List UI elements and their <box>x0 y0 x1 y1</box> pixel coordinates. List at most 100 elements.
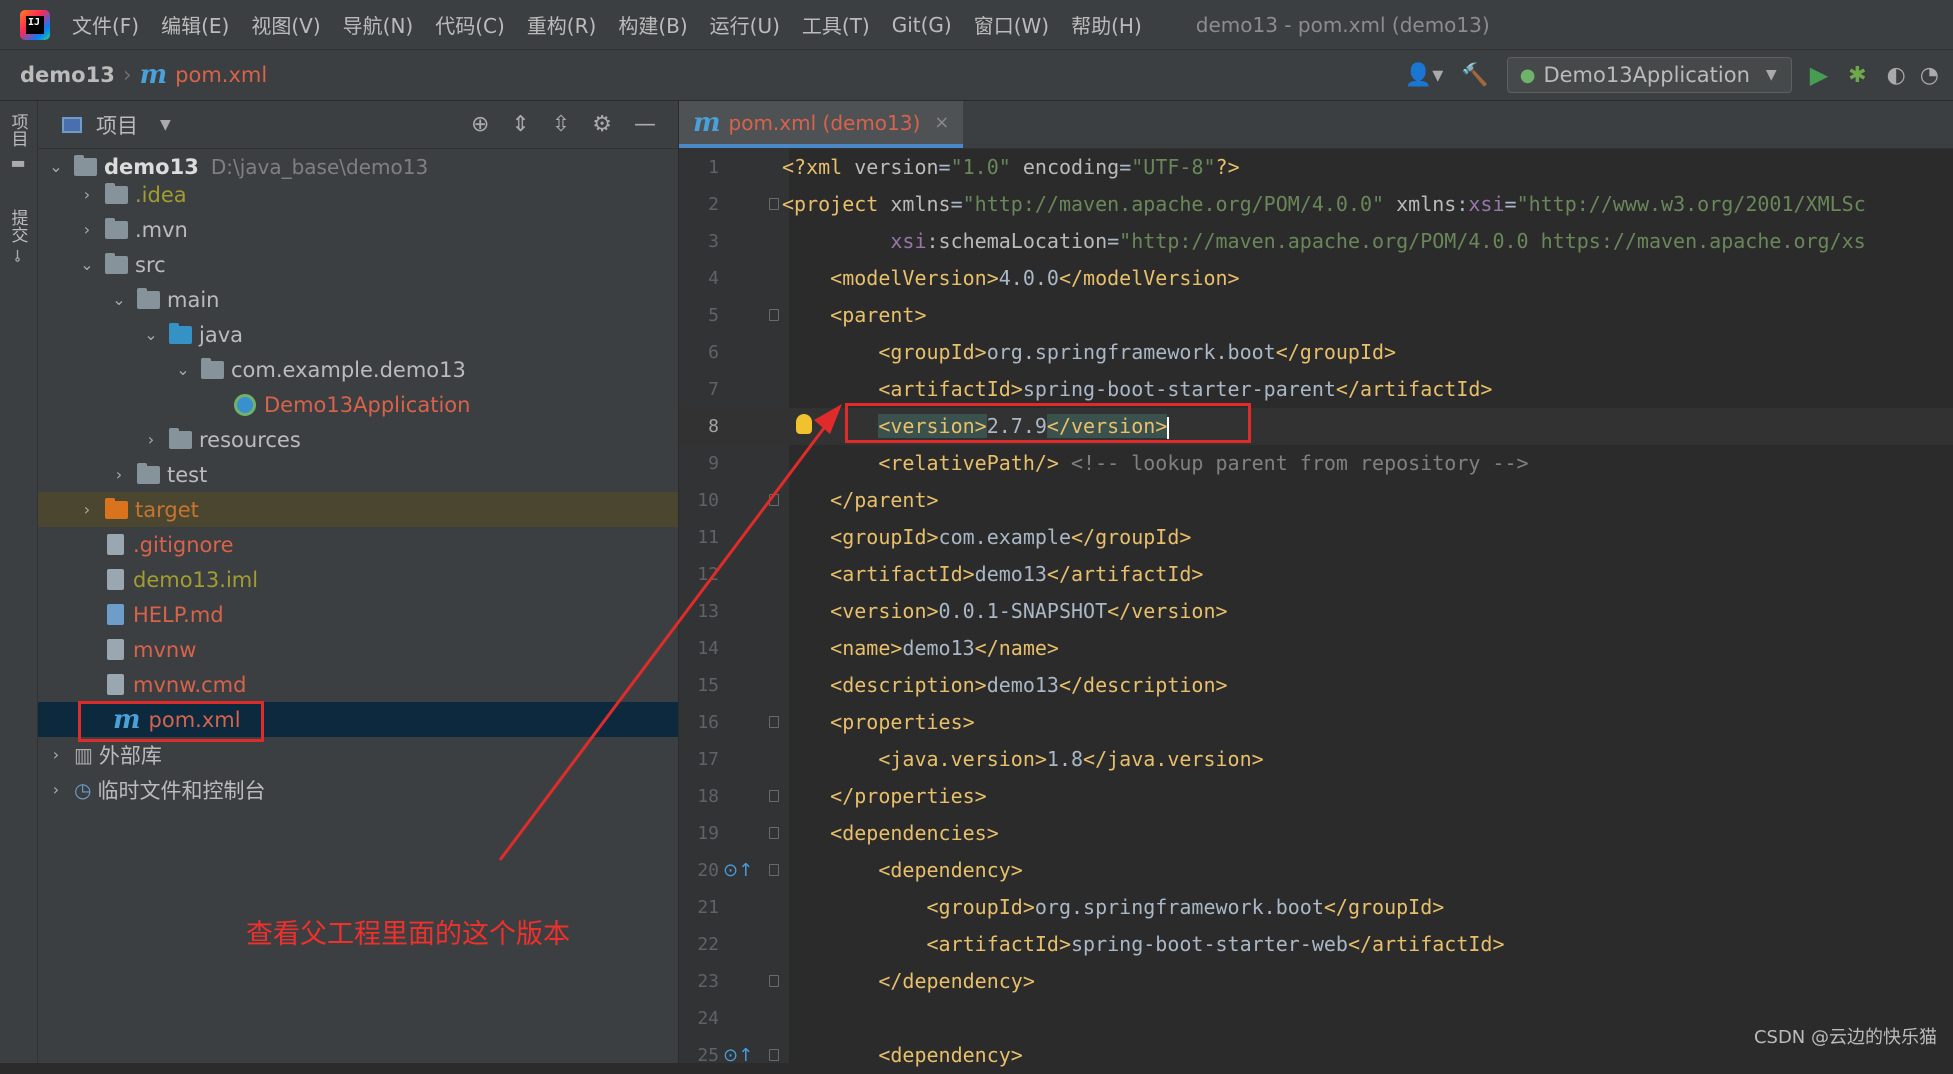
gear-icon[interactable]: ⚙ <box>592 112 612 137</box>
line-number: 25 <box>697 1045 719 1066</box>
tree-item-idea[interactable]: › .idea <box>38 177 678 212</box>
debug-bug-icon[interactable]: ✱ <box>1848 63 1866 88</box>
tree-item-package[interactable]: ⌄ com.example.demo13 <box>38 352 678 387</box>
line-number: 10 <box>697 490 719 511</box>
menu-window[interactable]: 窗口(W) <box>974 10 1049 39</box>
run-icon[interactable]: ▶ <box>1810 61 1828 89</box>
tree-item-help-md[interactable]: HELP.md <box>38 597 678 632</box>
chevron-down-icon[interactable]: ⌄ <box>141 325 161 344</box>
menu-tools[interactable]: 工具(T) <box>802 10 870 39</box>
code-line: 22 <artifactId>spring-boot-starter-web</… <box>679 926 1953 963</box>
code-area[interactable]: 1 <?xml version="1.0" encoding="UTF-8"?>… <box>679 149 1953 1067</box>
chevron-down-icon[interactable]: ⌄ <box>46 157 66 176</box>
code-line: 17 <java.version>1.8</java.version> <box>679 741 1953 778</box>
line-number: 1 <box>708 157 719 178</box>
fold-marker-icon[interactable] <box>769 864 779 876</box>
expand-all-icon[interactable]: ⇕ <box>511 112 529 137</box>
navigate-override-icon[interactable]: ⊙↑ <box>723 852 753 889</box>
tree-item-iml[interactable]: demo13.iml <box>38 562 678 597</box>
tree-item-label: mvnw <box>133 637 197 662</box>
tree-item-resources[interactable]: › resources <box>38 422 678 457</box>
fold-marker-icon[interactable] <box>769 827 779 839</box>
chevron-right-icon[interactable]: › <box>46 780 66 799</box>
code-line: 2 <project xmlns="http://maven.apache.or… <box>679 186 1953 223</box>
tree-item-mvnw[interactable]: mvnw <box>38 632 678 667</box>
main-toolbar: 👤▾ 🔨 ● Demo13Application ▼ ▶ ✱ ◐ ◔ <box>1405 50 1953 100</box>
chevron-right-icon[interactable]: › <box>109 465 129 484</box>
source-folder-icon <box>169 322 192 344</box>
breadcrumb-project[interactable]: demo13 <box>20 63 115 87</box>
fold-marker-icon[interactable] <box>769 790 779 802</box>
scratches-icon: ◷ <box>74 777 92 802</box>
line-number: 13 <box>697 601 719 622</box>
fold-marker-icon[interactable] <box>769 975 779 987</box>
collapse-all-icon[interactable]: ⇳ <box>552 112 570 137</box>
project-panel-title[interactable]: 项目 <box>96 110 138 140</box>
tree-item-test[interactable]: › test <box>38 457 678 492</box>
line-number: 8 <box>708 416 719 437</box>
project-tool-tab[interactable]: 项目 ▬ <box>4 113 32 172</box>
chevron-down-icon[interactable]: ▼ <box>160 117 171 133</box>
tree-item-mvn[interactable]: › .mvn <box>38 212 678 247</box>
editor-tab-pom-xml[interactable]: m pom.xml (demo13) × <box>679 101 964 148</box>
fold-marker-icon[interactable] <box>769 716 779 728</box>
tree-item-label: demo13 <box>104 154 199 179</box>
tree-item-src[interactable]: ⌄ src <box>38 247 678 282</box>
menu-run[interactable]: 运行(U) <box>710 10 780 39</box>
tree-item-label: target <box>135 497 199 522</box>
menu-navigate[interactable]: 导航(N) <box>343 10 414 39</box>
editor-tab-bar: m pom.xml (demo13) × <box>679 101 1953 149</box>
tree-item-demo13application[interactable]: Demo13Application <box>38 387 678 422</box>
chevron-right-icon[interactable]: › <box>77 185 97 204</box>
navigate-override-icon[interactable]: ⊙↑ <box>723 1037 753 1074</box>
chevron-right-icon[interactable]: › <box>77 500 97 519</box>
menu-build[interactable]: 构建(B) <box>618 10 687 39</box>
breadcrumb-separator-icon: › <box>122 62 132 88</box>
coverage-icon[interactable]: ◐ <box>1887 63 1906 88</box>
locate-crosshair-icon[interactable]: ⊕ <box>471 112 489 137</box>
commit-tool-tab[interactable]: 提交 ⊸ <box>4 209 32 262</box>
chevron-down-icon[interactable]: ⌄ <box>173 360 193 379</box>
fold-marker-icon[interactable] <box>769 494 779 506</box>
folder-icon <box>137 462 160 484</box>
tree-item-scratches[interactable]: › ◷ 临时文件和控制台 <box>38 772 678 807</box>
markdown-file-icon <box>107 604 124 625</box>
tree-item-label: HELP.md <box>133 602 224 627</box>
chevron-right-icon[interactable]: › <box>141 430 161 449</box>
chevron-down-icon[interactable]: ⌄ <box>77 255 97 274</box>
chevron-right-icon[interactable]: › <box>46 745 66 764</box>
menu-view[interactable]: 视图(V) <box>251 10 320 39</box>
tree-item-main[interactable]: ⌄ main <box>38 282 678 317</box>
tree-item-target[interactable]: › target <box>38 492 678 527</box>
line-number: 6 <box>708 342 719 363</box>
fold-marker-icon[interactable] <box>769 309 779 321</box>
minimize-icon[interactable]: — <box>634 112 656 137</box>
tree-item-java[interactable]: ⌄ java <box>38 317 678 352</box>
fold-marker-icon[interactable] <box>769 198 779 210</box>
menu-refactor[interactable]: 重构(R) <box>527 10 597 39</box>
maven-icon: m <box>139 60 168 90</box>
tree-item-external-libraries[interactable]: › ▥ 外部库 <box>38 737 678 772</box>
run-configuration-select[interactable]: ● Demo13Application ▼ <box>1506 57 1792 93</box>
tree-item-path: D:\java_base\demo13 <box>210 154 429 179</box>
chevron-down-icon[interactable]: ⌄ <box>109 290 129 309</box>
navigation-bar: demo13 › m pom.xml 👤▾ 🔨 ● Demo13Applicat… <box>0 50 1953 101</box>
tree-item-gitignore[interactable]: .gitignore <box>38 527 678 562</box>
menu-git[interactable]: Git(G) <box>892 13 952 37</box>
code-line: 4 <modelVersion>4.0.0</modelVersion> <box>679 260 1953 297</box>
build-hammer-icon[interactable]: 🔨 <box>1461 63 1488 88</box>
menu-edit[interactable]: 编辑(E) <box>161 10 229 39</box>
profiler-icon[interactable]: ◔ <box>1920 63 1939 88</box>
menu-help[interactable]: 帮助(H) <box>1071 10 1142 39</box>
menu-file[interactable]: 文件(F) <box>72 10 139 39</box>
menu-code[interactable]: 代码(C) <box>435 10 505 39</box>
user-icon[interactable]: 👤▾ <box>1405 63 1443 88</box>
commit-tool-tab-label: 提交 <box>7 209 28 243</box>
fold-marker-icon[interactable] <box>769 1049 779 1061</box>
breadcrumb-file[interactable]: pom.xml <box>175 63 267 87</box>
chevron-right-icon[interactable]: › <box>77 220 97 239</box>
tree-item-mvnw-cmd[interactable]: mvnw.cmd <box>38 667 678 702</box>
line-number: 24 <box>697 1008 719 1029</box>
close-icon[interactable]: × <box>934 112 949 133</box>
line-number: 17 <box>697 749 719 770</box>
